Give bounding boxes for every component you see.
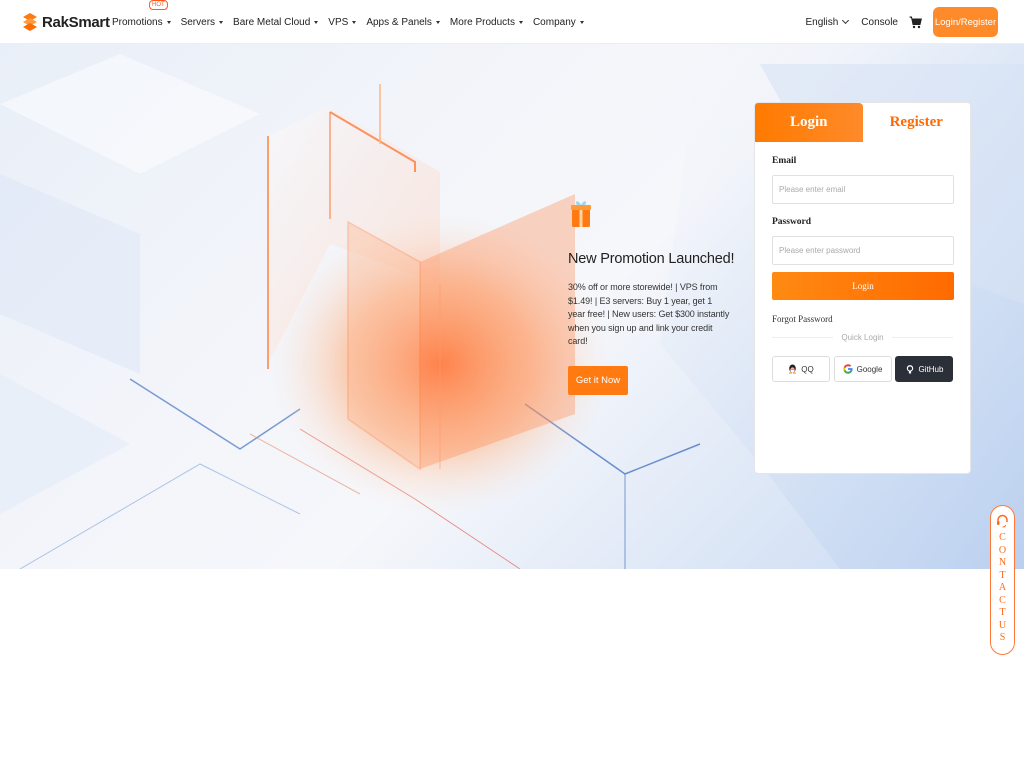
chevron-down-icon — [842, 16, 850, 25]
caret-down-icon — [166, 20, 171, 24]
google-icon — [842, 364, 853, 374]
headset-icon — [997, 514, 1008, 528]
contact-us-label: CONTACTUS — [998, 532, 1007, 643]
main-nav: Promotions HOT Servers Bare Metal Cloud … — [112, 0, 594, 44]
email-placeholder: Please enter email — [779, 185, 846, 194]
raksmart-logo-icon — [23, 13, 37, 31]
social-login-buttons: QQ Google GitHub — [772, 356, 953, 382]
quick-login-label: Quick Login — [841, 333, 884, 342]
caret-down-icon — [314, 20, 319, 24]
promotion-title: New Promotion Launched! — [568, 251, 735, 267]
password-label: Password — [772, 217, 812, 227]
nav-vps-label: VPS — [328, 16, 349, 28]
language-selector[interactable]: English — [805, 16, 850, 28]
password-placeholder: Please enter password — [779, 246, 861, 255]
caret-down-icon — [352, 20, 357, 24]
top-navbar: RakSmart Promotions HOT Servers Bare Met… — [0, 0, 1024, 44]
qq-label: QQ — [801, 364, 814, 374]
gift-icon — [571, 201, 591, 227]
qq-login-button[interactable]: QQ — [772, 356, 830, 382]
cart-icon[interactable] — [909, 16, 922, 29]
promotion-block: New Promotion Launched! 30% off or more … — [568, 199, 738, 395]
login-form: Email Please enter email Password Please… — [755, 142, 970, 382]
github-label: GitHub — [918, 364, 944, 374]
nav-company[interactable]: Company — [533, 17, 584, 28]
promotion-description: 30% off or more storewide! | VPS from $1… — [568, 282, 730, 346]
nav-more-label: More Products — [449, 16, 515, 28]
header-right: English Console Login/Register — [805, 0, 998, 44]
password-field[interactable]: Please enter password — [772, 236, 954, 265]
caret-down-icon — [579, 20, 584, 24]
login-submit-button[interactable]: Login — [772, 272, 954, 300]
login-card: Login Register Email Please enter email … — [754, 102, 971, 474]
nav-more-products[interactable]: More Products — [450, 17, 523, 28]
auth-tabs: Login Register — [755, 103, 970, 142]
qq-icon — [789, 364, 797, 374]
nav-vps[interactable]: VPS — [328, 16, 357, 28]
divider-line — [772, 337, 834, 338]
email-label: Email — [772, 156, 797, 166]
quick-login-divider: Quick Login — [772, 333, 953, 342]
nav-bare-metal-cloud[interactable]: Bare Metal Cloud — [233, 16, 319, 28]
nav-servers-label: Servers — [180, 16, 216, 28]
tab-login[interactable]: Login — [755, 103, 863, 142]
nav-bare-metal-label: Bare Metal Cloud — [233, 16, 311, 28]
console-link[interactable]: Console — [861, 17, 898, 28]
nav-servers[interactable]: Servers — [180, 16, 224, 28]
forgot-password-link[interactable]: Forgot Password — [772, 314, 953, 324]
language-label: English — [805, 16, 839, 28]
nav-promotions[interactable]: Promotions HOT — [112, 0, 171, 28]
caret-down-icon — [219, 20, 224, 24]
get-it-now-button[interactable]: Get it Now — [568, 365, 628, 395]
caret-down-icon — [435, 20, 440, 24]
login-register-button[interactable]: Login/Register — [933, 7, 998, 37]
caret-down-icon — [518, 20, 523, 24]
logo[interactable]: RakSmart — [21, 11, 110, 33]
nav-apps-panels[interactable]: Apps & Panels — [366, 17, 440, 28]
google-login-button[interactable]: Google — [833, 356, 892, 382]
logo-text: RakSmart — [42, 13, 110, 31]
nav-promotions-label: Promotions — [112, 16, 163, 28]
tab-register[interactable]: Register — [862, 103, 970, 142]
nav-apps-label: Apps & Panels — [366, 16, 432, 28]
github-icon — [906, 365, 913, 374]
google-label: Google — [856, 364, 883, 374]
divider-line — [891, 337, 953, 338]
github-login-button[interactable]: GitHub — [895, 356, 953, 382]
email-field[interactable]: Please enter email — [772, 175, 954, 204]
hot-badge: HOT — [149, 0, 168, 10]
contact-us-tab[interactable]: CONTACTUS — [990, 505, 1015, 655]
nav-company-label: Company — [532, 16, 576, 28]
